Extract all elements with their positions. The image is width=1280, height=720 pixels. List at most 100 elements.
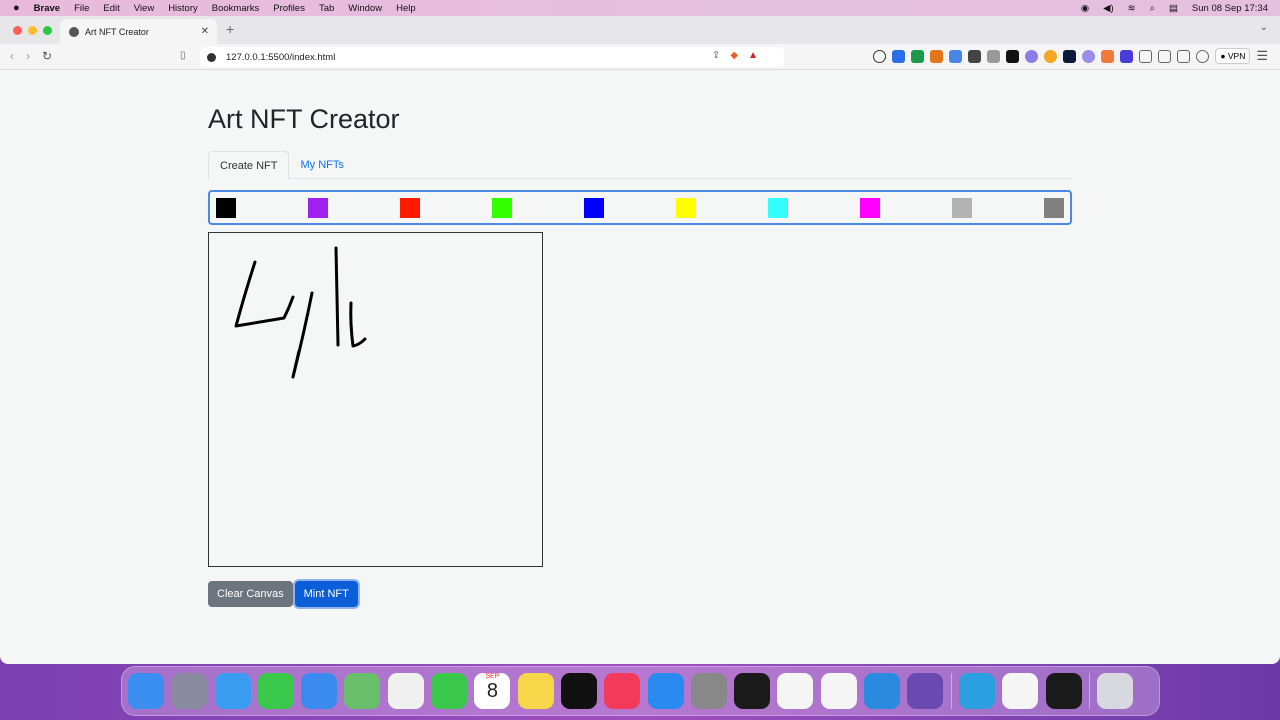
extension-icon[interactable] — [987, 49, 1001, 63]
color-swatch[interactable] — [860, 197, 880, 218]
color-swatch[interactable] — [1044, 197, 1064, 218]
clock[interactable]: Sun 08 Sep 17:34 — [1192, 3, 1268, 14]
dock-brave-icon[interactable] — [820, 673, 857, 709]
menu-window[interactable]: Window — [348, 3, 382, 14]
menu-view[interactable]: View — [134, 3, 154, 14]
dock-messages-icon[interactable] — [257, 673, 294, 709]
dock-app-store-icon[interactable] — [647, 673, 684, 709]
reload-icon[interactable]: ↻ — [42, 49, 52, 63]
stroke — [234, 260, 295, 328]
stroke — [334, 246, 340, 347]
dock-music-icon[interactable] — [604, 673, 641, 709]
dock-system-settings-icon[interactable] — [690, 673, 727, 709]
color-swatch[interactable] — [492, 197, 512, 218]
dock-maps-icon[interactable] — [344, 673, 381, 709]
wallet-icon[interactable] — [1177, 49, 1191, 63]
qr-icon[interactable] — [968, 49, 982, 63]
menu-app[interactable]: Brave — [34, 3, 60, 14]
bookmark-icon[interactable]: ▯ — [180, 50, 186, 61]
menu-tab[interactable]: Tab — [319, 3, 334, 14]
tab-bar: Art NFT Creator ✕ + ⌄ — [0, 16, 1280, 44]
color-swatch[interactable] — [952, 197, 972, 218]
menu-bookmarks[interactable]: Bookmarks — [212, 3, 260, 14]
creative-cloud-icon[interactable]: ◉ — [1081, 3, 1089, 14]
dock-finder-icon[interactable] — [128, 673, 164, 709]
brave-shields-icon[interactable]: ◆ — [730, 50, 738, 61]
extension-icon[interactable] — [892, 49, 906, 63]
extension-icon[interactable] — [1082, 49, 1096, 63]
share-icon[interactable]: ⇪ — [712, 50, 720, 61]
extension-icon[interactable] — [1006, 49, 1020, 63]
dock-tv-icon[interactable] — [560, 673, 597, 709]
extension-icon[interactable] — [1101, 49, 1115, 63]
dock-activity-monitor-icon[interactable] — [1045, 673, 1082, 709]
clear-canvas-button[interactable]: Clear Canvas — [208, 581, 293, 607]
dock-docker-icon[interactable] — [864, 673, 901, 709]
dock-terminal-icon[interactable] — [734, 673, 771, 709]
address-bar[interactable]: 127.0.0.1:5500/index.html — [200, 47, 784, 67]
menu-help[interactable]: Help — [396, 3, 416, 14]
tab-create-nft[interactable]: Create NFT — [208, 151, 290, 180]
dock-photos-icon[interactable] — [387, 673, 424, 709]
new-tab-button[interactable]: + — [226, 21, 234, 37]
menu-icon[interactable]: ☰ — [1256, 48, 1268, 64]
dock-trash-icon[interactable] — [1097, 673, 1134, 709]
tab-my-nfts[interactable]: My NFTs — [289, 151, 354, 179]
menu-profiles[interactable]: Profiles — [273, 3, 305, 14]
dock-launchpad-icon[interactable] — [171, 673, 208, 709]
dock-telegram-icon[interactable] — [958, 673, 995, 709]
extension-icon[interactable] — [911, 49, 925, 63]
maximize-window-button[interactable] — [43, 26, 52, 35]
url-text: 127.0.0.1:5500/index.html — [226, 51, 336, 63]
dock-calendar-icon[interactable]: SEP 8 — [474, 673, 511, 709]
dock-facetime-icon[interactable] — [431, 673, 468, 709]
translate-icon[interactable] — [949, 49, 963, 63]
close-window-button[interactable] — [13, 26, 22, 35]
dock-safari-icon[interactable] — [214, 673, 251, 709]
browser-tab[interactable]: Art NFT Creator ✕ — [60, 19, 217, 44]
forward-icon[interactable]: › — [26, 49, 30, 63]
drawing-strokes — [234, 246, 367, 379]
extension-icon[interactable] — [1120, 49, 1134, 63]
apple-icon[interactable]: ● — [13, 2, 20, 14]
sidebar-icon[interactable] — [1158, 49, 1172, 63]
volume-icon[interactable]: ◀) — [1103, 3, 1113, 14]
extension-icon[interactable] — [873, 49, 887, 63]
extension-icon[interactable] — [1025, 49, 1039, 63]
menu-file[interactable]: File — [74, 3, 89, 14]
wifi-icon[interactable]: ≋ — [1128, 3, 1136, 14]
color-swatch[interactable] — [216, 197, 236, 218]
drawing-canvas[interactable] — [208, 232, 543, 567]
color-swatch[interactable] — [400, 197, 420, 218]
mint-nft-button[interactable]: Mint NFT — [294, 581, 358, 607]
control-center-icon[interactable]: ▤ — [1169, 3, 1178, 14]
dock-notes-icon[interactable] — [517, 673, 554, 709]
color-swatch[interactable] — [584, 197, 604, 218]
search-icon[interactable]: ⌕ — [1150, 3, 1155, 14]
dock-vscode-icon[interactable] — [1002, 673, 1039, 709]
back-icon[interactable]: ‹ — [10, 49, 14, 63]
browser-toolbar: ‹ › ↻ ▯ 127.0.0.1:5500/index.html ⇪ ◆ ▲ ● VP… — [0, 44, 1280, 70]
menu-history[interactable]: History — [168, 3, 198, 14]
vpn-button[interactable]: ● VPN — [1215, 48, 1251, 64]
dock-github-icon[interactable] — [907, 673, 944, 709]
metamask-icon[interactable] — [930, 49, 944, 63]
site-info-icon[interactable] — [207, 52, 216, 62]
extension-icon[interactable] — [1044, 49, 1058, 63]
dock-vscode-icon[interactable] — [777, 673, 814, 709]
leo-icon[interactable] — [1196, 49, 1210, 63]
menu-edit[interactable]: Edit — [103, 3, 119, 14]
extension-icon[interactable] — [1063, 49, 1077, 63]
color-swatch[interactable] — [676, 197, 696, 218]
color-swatch[interactable] — [308, 197, 328, 218]
dock-separator — [950, 673, 952, 709]
minimize-window-button[interactable] — [28, 26, 37, 35]
dock-mail-icon[interactable] — [301, 673, 338, 709]
puzzle-icon[interactable] — [1139, 49, 1153, 63]
close-tab-icon[interactable]: ✕ — [201, 26, 209, 37]
page-content: Art NFT Creator Create NFT My NFTs Clear… — [0, 70, 1280, 664]
tab-list-chevron-icon[interactable]: ⌄ — [1260, 22, 1268, 33]
color-swatch[interactable] — [768, 197, 788, 218]
brave-rewards-icon[interactable]: ▲ — [748, 50, 758, 61]
calendar-day: 8 — [486, 680, 498, 702]
